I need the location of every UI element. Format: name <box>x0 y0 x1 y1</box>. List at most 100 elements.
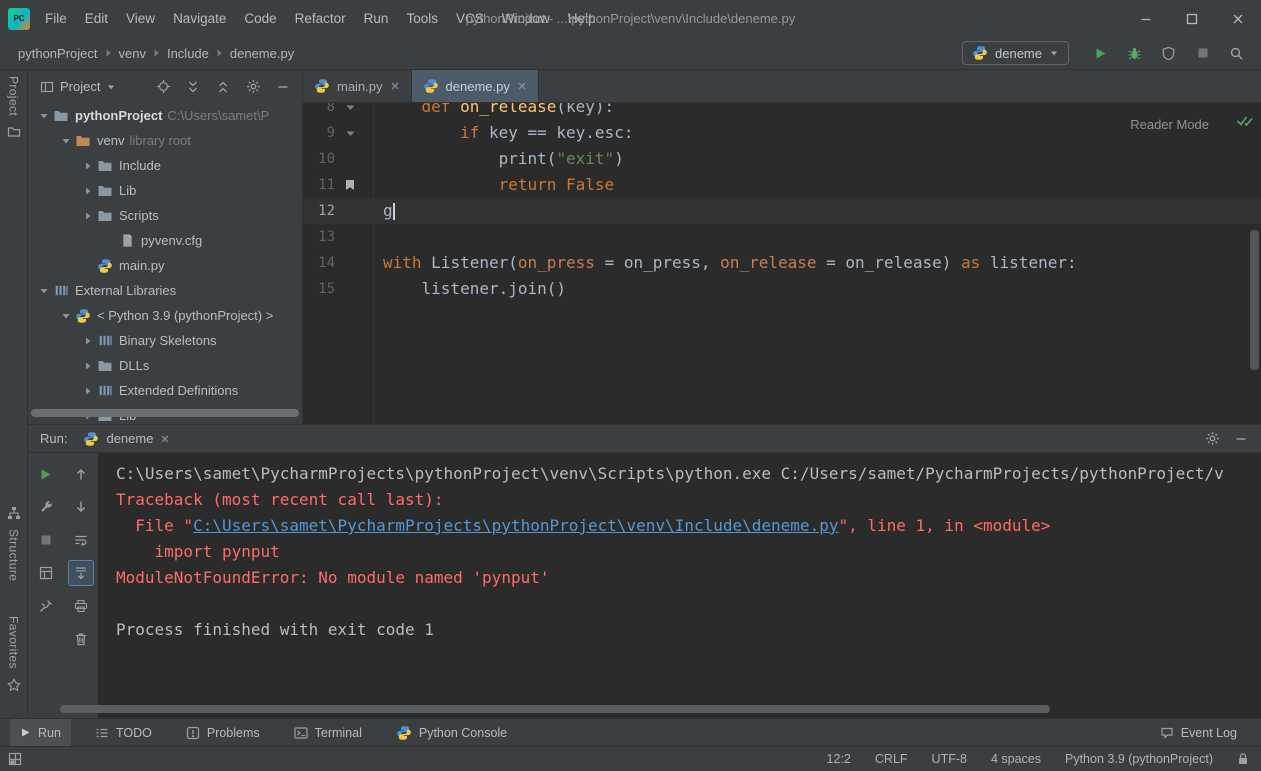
project-hscrollbar[interactable] <box>31 409 299 417</box>
chevron-right-icon[interactable] <box>80 361 96 371</box>
line-number[interactable]: 9 <box>303 120 335 146</box>
breadcrumb-venv[interactable]: venv <box>119 46 146 61</box>
edit-configuration-button[interactable] <box>33 494 59 520</box>
code-line-12[interactable]: 12g <box>303 198 1261 224</box>
print-console-button[interactable] <box>68 593 94 619</box>
select-opened-file-button[interactable] <box>152 76 174 98</box>
menu-navigate[interactable]: Navigate <box>164 0 235 37</box>
caret-position[interactable]: 12:2 <box>827 752 851 766</box>
collapse-all-button[interactable] <box>212 76 234 98</box>
code-line-11[interactable]: 11 return False <box>303 172 1261 198</box>
tree-item-extended-definitions[interactable]: Extended Definitions <box>28 378 302 403</box>
inspections-ok-icon[interactable] <box>1236 114 1253 127</box>
chevron-right-icon[interactable] <box>80 386 96 396</box>
tool-windows-toggle-icon[interactable] <box>8 752 22 766</box>
tree-item-pythonproject[interactable]: pythonProject C:\Users\samet\P <box>28 103 302 128</box>
line-number[interactable]: 12 <box>303 198 335 224</box>
chevron-down-icon[interactable] <box>58 311 74 321</box>
python-interpreter[interactable]: Python 3.9 (pythonProject) <box>1065 752 1213 766</box>
menu-code[interactable]: Code <box>235 0 285 37</box>
hide-panel-button[interactable] <box>272 76 294 98</box>
toolwindow-run[interactable]: Run <box>10 719 71 746</box>
rerun-button[interactable] <box>33 461 59 487</box>
tree-item-pyvenv-cfg[interactable]: pyvenv.cfg <box>28 228 302 253</box>
console-hscrollbar[interactable] <box>60 705 1050 713</box>
line-number[interactable]: 8 <box>303 103 335 120</box>
clear-console-button[interactable] <box>68 626 94 652</box>
line-number[interactable]: 10 <box>303 146 335 172</box>
chevron-right-icon[interactable] <box>80 211 96 221</box>
menu-refactor[interactable]: Refactor <box>286 0 355 37</box>
tree-item-lib[interactable]: Lib <box>28 178 302 203</box>
debug-button[interactable] <box>1120 41 1149 65</box>
project-options-button[interactable] <box>242 76 264 98</box>
close-button[interactable] <box>1215 0 1261 37</box>
menu-edit[interactable]: Edit <box>76 0 117 37</box>
stop-button[interactable] <box>1188 41 1217 65</box>
hide-panel-icon[interactable] <box>1235 433 1247 445</box>
file-link[interactable]: C:\Users\samet\PycharmProjects\pythonPro… <box>193 516 838 535</box>
toolwindow-todo[interactable]: TODO <box>85 719 162 746</box>
tree-item-include[interactable]: Include <box>28 153 302 178</box>
gear-icon[interactable] <box>1205 431 1220 446</box>
run-tab[interactable]: deneme <box>77 425 176 452</box>
editor-scrollbar[interactable] <box>1250 230 1259 370</box>
chevron-right-icon[interactable] <box>80 161 96 171</box>
run-button[interactable] <box>1086 41 1115 65</box>
tree-item-binary-skeletons[interactable]: Binary Skeletons <box>28 328 302 353</box>
expand-all-button[interactable] <box>182 76 204 98</box>
indent-style[interactable]: 4 spaces <box>991 752 1041 766</box>
line-number[interactable]: 13 <box>303 224 335 250</box>
restore-layout-button[interactable] <box>33 560 59 586</box>
toolwindow-python-console[interactable]: Python Console <box>386 719 517 746</box>
minimize-button[interactable] <box>1123 0 1169 37</box>
menu-file[interactable]: File <box>36 0 76 37</box>
line-number[interactable]: 11 <box>303 172 335 198</box>
tree-item-venv[interactable]: venv library root <box>28 128 302 153</box>
chevron-down-icon[interactable] <box>36 111 52 121</box>
menu-view[interactable]: View <box>117 0 164 37</box>
code-line-10[interactable]: 10 print("exit") <box>303 146 1261 172</box>
menu-tools[interactable]: Tools <box>397 0 447 37</box>
line-number[interactable]: 14 <box>303 250 335 276</box>
favorites-stripe-button[interactable]: Favorites <box>7 616 21 669</box>
tab-main-py[interactable]: main.py <box>303 70 412 102</box>
chevron-down-icon[interactable] <box>36 286 52 296</box>
tree-item-scripts[interactable]: Scripts <box>28 203 302 228</box>
code-line-8[interactable]: 8 def on_release(key): <box>303 103 1261 120</box>
close-icon[interactable] <box>160 434 170 444</box>
scroll-to-end-button[interactable] <box>68 560 94 586</box>
stop-process-button[interactable] <box>33 527 59 553</box>
tree-item-python-3-9-pythonproject[interactable]: < Python 3.9 (pythonProject) > <box>28 303 302 328</box>
chevron-right-icon[interactable] <box>80 186 96 196</box>
line-separator[interactable]: CRLF <box>875 752 908 766</box>
breadcrumb-include[interactable]: Include <box>167 46 209 61</box>
reader-mode-widget[interactable]: Reader Mode <box>1130 117 1209 132</box>
menu-run[interactable]: Run <box>355 0 398 37</box>
close-icon[interactable] <box>517 81 527 91</box>
toolwindow-problems[interactable]: Problems <box>176 719 270 746</box>
chevron-down-icon[interactable] <box>58 136 74 146</box>
next-occurrence-button[interactable] <box>68 494 94 520</box>
pin-tab-button[interactable] <box>33 593 59 619</box>
soft-wrap-button[interactable] <box>68 527 94 553</box>
file-encoding[interactable]: UTF-8 <box>932 752 967 766</box>
code-line-15[interactable]: 15 listener.join() <box>303 276 1261 302</box>
tab-deneme-py[interactable]: deneme.py <box>412 70 539 102</box>
close-icon[interactable] <box>390 81 400 91</box>
coverage-button[interactable] <box>1154 41 1183 65</box>
maximize-button[interactable] <box>1169 0 1215 37</box>
structure-stripe-button[interactable]: Structure <box>7 529 21 581</box>
project-view-selector[interactable]: Project <box>60 79 100 94</box>
toolwindow-terminal[interactable]: Terminal <box>284 719 372 746</box>
breadcrumb-pythonproject[interactable]: pythonProject <box>18 46 98 61</box>
code-line-14[interactable]: 14with Listener(on_press = on_press, on_… <box>303 250 1261 276</box>
search-everywhere-button[interactable] <box>1222 41 1251 65</box>
run-config-selector[interactable]: deneme <box>962 41 1069 65</box>
code-line-9[interactable]: 9 if key == key.esc: <box>303 120 1261 146</box>
tree-item-main-py[interactable]: main.py <box>28 253 302 278</box>
line-number[interactable]: 15 <box>303 276 335 302</box>
tree-item-external-libraries[interactable]: External Libraries <box>28 278 302 303</box>
code-line-13[interactable]: 13 <box>303 224 1261 250</box>
breadcrumb-deneme-py[interactable]: deneme.py <box>230 46 294 61</box>
